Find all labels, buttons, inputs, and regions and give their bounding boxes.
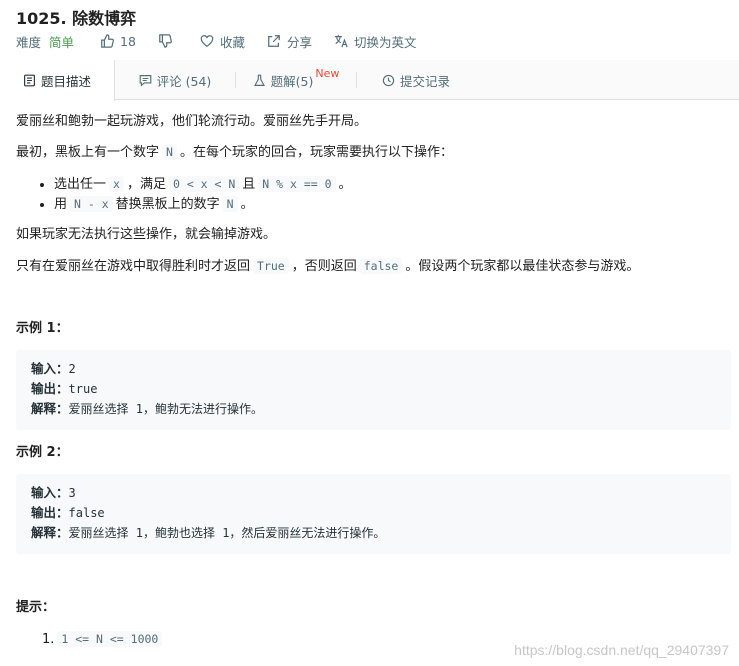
description-paragraph: 只有在爱丽丝在游戏中取得胜利时才返回 True ，否则返回 false 。假设两个玩家都… xyxy=(16,256,639,277)
like-count: 18 xyxy=(120,33,136,49)
text-segment: 用 xyxy=(54,197,68,212)
example-input-line: 输入：2 xyxy=(31,359,716,379)
share-button[interactable]: 分享 xyxy=(267,32,312,51)
new-badge: New xyxy=(315,66,340,80)
example-key: 输入： xyxy=(31,361,69,376)
list-item: 选出任一x，满足0 < x < N且N % x == 0。 xyxy=(54,174,352,194)
problem-tabs: 题目描述 评论 (54) 题解(5) New 提交记录 xyxy=(0,60,739,101)
example-explanation-line: 解释：爱丽丝选择 1，鲍勃无法进行操作。 xyxy=(31,399,716,419)
inline-code: N - x xyxy=(70,196,113,212)
text-segment: 只有在爱丽丝在游戏中取得胜利时才返回 xyxy=(16,259,251,274)
thumbs-up-icon xyxy=(101,34,114,48)
description-paragraph: 最初，黑板上有一个数字 N 。在每个玩家的回合，玩家需要执行以下操作： xyxy=(16,142,453,163)
text-segment: 且 xyxy=(242,177,256,192)
hints-heading: 提示： xyxy=(16,600,56,615)
clock-icon xyxy=(382,74,395,86)
text-segment: ，否则返回 xyxy=(291,259,357,274)
text-segment: ，满足 xyxy=(126,177,166,192)
example-value: true xyxy=(68,382,98,396)
example-key: 解释： xyxy=(31,401,69,416)
flask-icon xyxy=(253,74,265,86)
inline-code: x xyxy=(109,176,124,192)
operation-list: 选出任一x，满足0 < x < N且N % x == 0。 用N - x替换黑板… xyxy=(38,174,352,214)
inline-code: True xyxy=(253,258,289,274)
text-segment: 。在每个玩家的回合，玩家需要执行以下操作： xyxy=(179,145,453,160)
example-value: false xyxy=(68,506,105,520)
inline-code: false xyxy=(359,258,403,274)
like-button[interactable]: 18 xyxy=(100,34,136,49)
switch-language-label: 切换为英文 xyxy=(353,34,417,50)
problem-title: 1025. 除数博弈 xyxy=(16,9,137,28)
tab-label: 提交记录 xyxy=(399,73,450,89)
example-block: 输入：2 输出：true 解释：爱丽丝选择 1，鲍勃无法进行操作。 xyxy=(16,350,731,430)
inline-code: 1 <= N <= 1000 xyxy=(57,631,163,647)
hint-item: 1. 1 <= N <= 1000 xyxy=(42,629,165,650)
text-segment: 。假设两个玩家都以最佳状态参与游戏。 xyxy=(405,259,640,274)
inline-code: 0 < x < N xyxy=(168,176,240,192)
example-key: 解释： xyxy=(31,525,69,540)
collect-button[interactable]: 收藏 xyxy=(200,32,245,51)
difficulty-label: 难度 xyxy=(16,34,42,50)
text-segment: 。 xyxy=(338,177,352,192)
tab-description[interactable]: 题目描述 xyxy=(0,60,115,101)
tab-label: 评论 (54) xyxy=(156,73,212,89)
example-value: 3 xyxy=(68,486,76,500)
inline-code: N % x == 0 xyxy=(258,176,336,192)
share-label: 分享 xyxy=(286,34,312,50)
description-paragraph: 如果玩家无法执行这些操作，就会输掉游戏。 xyxy=(16,227,277,242)
example-heading: 示例 1： xyxy=(16,321,69,336)
text-segment: 选出任一 xyxy=(54,177,107,192)
inline-code: N xyxy=(162,144,177,160)
hint-number: 1. xyxy=(42,632,55,647)
tab-submissions[interactable]: 提交记录 xyxy=(357,60,475,100)
example-key: 输入： xyxy=(31,485,69,500)
example-input-line: 输入：3 xyxy=(31,483,716,503)
example-value: 2 xyxy=(68,362,76,376)
inline-code: N xyxy=(222,196,238,212)
heart-icon xyxy=(200,35,214,47)
example-explanation-line: 解释：爱丽丝选择 1，鲍勃也选择 1，然后爱丽丝无法进行操作。 xyxy=(31,523,716,543)
tab-solutions[interactable]: 题解(5) New xyxy=(236,60,356,100)
text-segment: 。 xyxy=(240,197,254,212)
text-segment: 替换黑板上的数字 xyxy=(115,197,220,212)
watermark: https://blog.csdn.net/qq_29407397 xyxy=(514,642,729,658)
tab-label: 题解(5) xyxy=(270,73,314,89)
example-output-line: 输出：true xyxy=(31,379,716,399)
thumbs-down-icon xyxy=(159,34,172,48)
example-block: 输入：3 输出：false 解释：爱丽丝选择 1，鲍勃也选择 1，然后爱丽丝无法… xyxy=(16,474,731,554)
share-icon xyxy=(268,35,280,47)
example-key: 输出： xyxy=(31,505,69,520)
example-value: 爱丽丝选择 1，鲍勃也选择 1，然后爱丽丝无法进行操作。 xyxy=(68,526,386,540)
example-key: 输出： xyxy=(31,381,69,396)
collect-label: 收藏 xyxy=(219,34,245,50)
dislike-button[interactable] xyxy=(158,34,178,48)
translate-icon xyxy=(334,34,348,48)
description-paragraph: 爱丽丝和鲍勃一起玩游戏，他们轮流行动。爱丽丝先手开局。 xyxy=(16,114,368,129)
difficulty-badge: 简单 xyxy=(49,34,75,50)
example-heading: 示例 2： xyxy=(16,445,69,460)
switch-language-button[interactable]: 切换为英文 xyxy=(334,32,417,51)
text-segment: 最初，黑板上有一个数字 xyxy=(16,145,160,160)
list-item: 用N - x替换黑板上的数字N。 xyxy=(54,194,352,214)
tab-label: 题目描述 xyxy=(40,74,91,89)
example-value: 爱丽丝选择 1，鲍勃无法进行操作。 xyxy=(68,402,263,416)
document-icon xyxy=(24,74,35,87)
tab-comments[interactable]: 评论 (54) xyxy=(115,60,235,100)
problem-meta-bar: 难度 简单 18 收藏 分享 切换为英文 xyxy=(16,31,438,51)
example-output-line: 输出：false xyxy=(31,503,716,523)
comment-icon xyxy=(139,74,152,87)
